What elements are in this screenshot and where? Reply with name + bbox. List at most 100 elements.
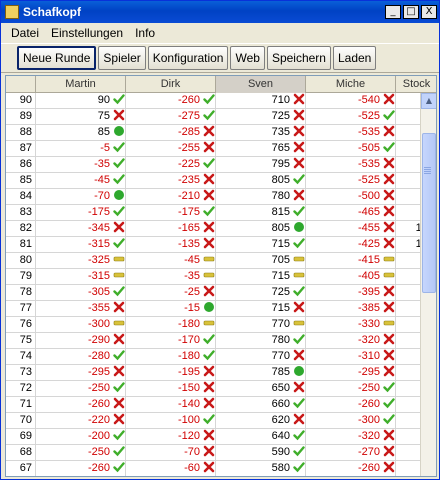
score-cell[interactable]: -465 xyxy=(306,205,396,221)
score-cell[interactable]: -315 xyxy=(36,237,126,253)
score-cell[interactable]: 715 xyxy=(216,269,306,285)
score-cell[interactable]: -260 xyxy=(36,397,126,413)
players-button[interactable]: Spieler xyxy=(98,46,146,70)
table-row[interactable]: 81-315-135715-425160 xyxy=(6,237,436,253)
score-cell[interactable]: 90 xyxy=(36,93,126,109)
table-row[interactable]: 74 -280 -180 770 -310 xyxy=(6,349,436,365)
score-cell[interactable]: 725 xyxy=(216,109,306,125)
table-row[interactable]: 72 -250 -150 650 -250 xyxy=(6,381,436,397)
score-cell[interactable]: -175 xyxy=(36,205,126,221)
score-cell[interactable]: -100 xyxy=(126,413,216,429)
score-cell[interactable]: 660 xyxy=(216,397,306,413)
table-row[interactable]: 71 -260 -140 660 -260 xyxy=(6,397,436,413)
table-row[interactable]: 87 -5 -255 765 -505 xyxy=(6,141,436,157)
vertical-scrollbar[interactable]: ▲ xyxy=(420,93,436,476)
score-cell[interactable]: -300 xyxy=(36,317,126,333)
score-cell[interactable]: -260 xyxy=(306,397,396,413)
score-cell[interactable]: 815 xyxy=(216,205,306,221)
score-cell[interactable]: -195 xyxy=(126,365,216,381)
score-cell[interactable]: -255 xyxy=(126,141,216,157)
table-row[interactable]: 86 -35 -225 795 -535 xyxy=(6,157,436,173)
score-cell[interactable]: -60 xyxy=(126,461,216,476)
score-cell[interactable]: -180 xyxy=(126,349,216,365)
table-row[interactable]: 78 -305 -25 725 -395 xyxy=(6,285,436,301)
score-cell[interactable]: 715 xyxy=(216,237,306,253)
web-button[interactable]: Web xyxy=(230,46,265,70)
score-cell[interactable]: 715 xyxy=(216,301,306,317)
score-cell[interactable]: -70 xyxy=(126,445,216,461)
score-cell[interactable]: -15 xyxy=(126,301,216,317)
score-cell[interactable]: -320 xyxy=(306,333,396,349)
score-cell[interactable]: 725 xyxy=(216,285,306,301)
score-cell[interactable]: -355 xyxy=(36,301,126,317)
score-cell[interactable]: -140 xyxy=(126,397,216,413)
score-cell[interactable]: 710 xyxy=(216,93,306,109)
score-cell[interactable]: 620 xyxy=(216,413,306,429)
score-cell[interactable]: -300 xyxy=(306,413,396,429)
table-row[interactable]: 80-325-45705-41580 xyxy=(6,253,436,269)
menu-datei[interactable]: Datei xyxy=(5,26,45,40)
score-cell[interactable]: -270 xyxy=(306,445,396,461)
column-header-martin[interactable]: Martin xyxy=(36,76,126,93)
title-bar[interactable]: Schafkopf _ □ X xyxy=(1,1,439,23)
column-header-stock[interactable]: Stock xyxy=(396,76,436,93)
score-cell[interactable]: 795 xyxy=(216,157,306,173)
score-cell[interactable]: -150 xyxy=(126,381,216,397)
score-cell[interactable]: -535 xyxy=(306,157,396,173)
score-cell[interactable]: -295 xyxy=(36,365,126,381)
score-cell[interactable]: -45 xyxy=(36,173,126,189)
load-button[interactable]: Laden xyxy=(332,46,377,70)
table-row[interactable]: 67 -260 -60 580 -260 xyxy=(6,461,436,476)
score-cell[interactable]: 765 xyxy=(216,141,306,157)
score-cell[interactable]: -500 xyxy=(306,189,396,205)
close-button[interactable]: X xyxy=(421,5,437,19)
score-cell[interactable]: -225 xyxy=(126,157,216,173)
column-header-round[interactable] xyxy=(6,76,36,93)
score-cell[interactable]: -325 xyxy=(36,253,126,269)
score-cell[interactable]: 590 xyxy=(216,445,306,461)
score-cell[interactable]: -200 xyxy=(36,429,126,445)
score-cell[interactable]: -280 xyxy=(36,349,126,365)
score-cell[interactable]: -535 xyxy=(306,125,396,141)
score-cell[interactable]: -260 xyxy=(126,93,216,109)
score-cell[interactable]: 770 xyxy=(216,349,306,365)
maximize-button[interactable]: □ xyxy=(403,5,419,19)
score-cell[interactable]: 75 xyxy=(36,109,126,125)
table-row[interactable]: 79-315-35715-40540 xyxy=(6,269,436,285)
configuration-button[interactable]: Konfiguration xyxy=(147,46,229,70)
score-cell[interactable]: -320 xyxy=(306,429,396,445)
menu-info[interactable]: Info xyxy=(129,26,161,40)
score-cell[interactable]: -45 xyxy=(126,253,216,269)
score-cell[interactable]: -180 xyxy=(126,317,216,333)
score-cell[interactable]: 580 xyxy=(216,461,306,476)
score-cell[interactable]: -525 xyxy=(306,173,396,189)
score-cell[interactable]: -295 xyxy=(306,365,396,381)
score-cell[interactable]: -250 xyxy=(306,381,396,397)
score-cell[interactable]: -250 xyxy=(36,445,126,461)
score-cell[interactable]: -235 xyxy=(126,173,216,189)
score-cell[interactable]: 640 xyxy=(216,429,306,445)
score-cell[interactable]: -540 xyxy=(306,93,396,109)
score-cell[interactable]: -305 xyxy=(36,285,126,301)
table-row[interactable]: 90 90 -260 710 -540 xyxy=(6,93,436,109)
score-cell[interactable]: -285 xyxy=(126,125,216,141)
score-cell[interactable]: -35 xyxy=(36,157,126,173)
table-row[interactable]: 83 -175 -175 815 -465 xyxy=(6,205,436,221)
table-row[interactable]: 73 -295 -195 785 -295 xyxy=(6,365,436,381)
score-cell[interactable]: 735 xyxy=(216,125,306,141)
score-cell[interactable]: 650 xyxy=(216,381,306,397)
score-cell[interactable]: 805 xyxy=(216,221,306,237)
table-row[interactable]: 85 -45 -235 805 -525 xyxy=(6,173,436,189)
score-cell[interactable]: -405 xyxy=(306,269,396,285)
score-cell[interactable]: -310 xyxy=(306,349,396,365)
score-cell[interactable]: 705 xyxy=(216,253,306,269)
score-cell[interactable]: -120 xyxy=(126,429,216,445)
score-cell[interactable]: -395 xyxy=(306,285,396,301)
score-cell[interactable]: -505 xyxy=(306,141,396,157)
score-cell[interactable]: 85 xyxy=(36,125,126,141)
score-cell[interactable]: 785 xyxy=(216,365,306,381)
scroll-up-arrow-icon[interactable]: ▲ xyxy=(421,93,436,109)
score-cell[interactable]: -415 xyxy=(306,253,396,269)
score-cell[interactable]: -35 xyxy=(126,269,216,285)
table-row[interactable]: 84 -70 -210 780 -500 xyxy=(6,189,436,205)
